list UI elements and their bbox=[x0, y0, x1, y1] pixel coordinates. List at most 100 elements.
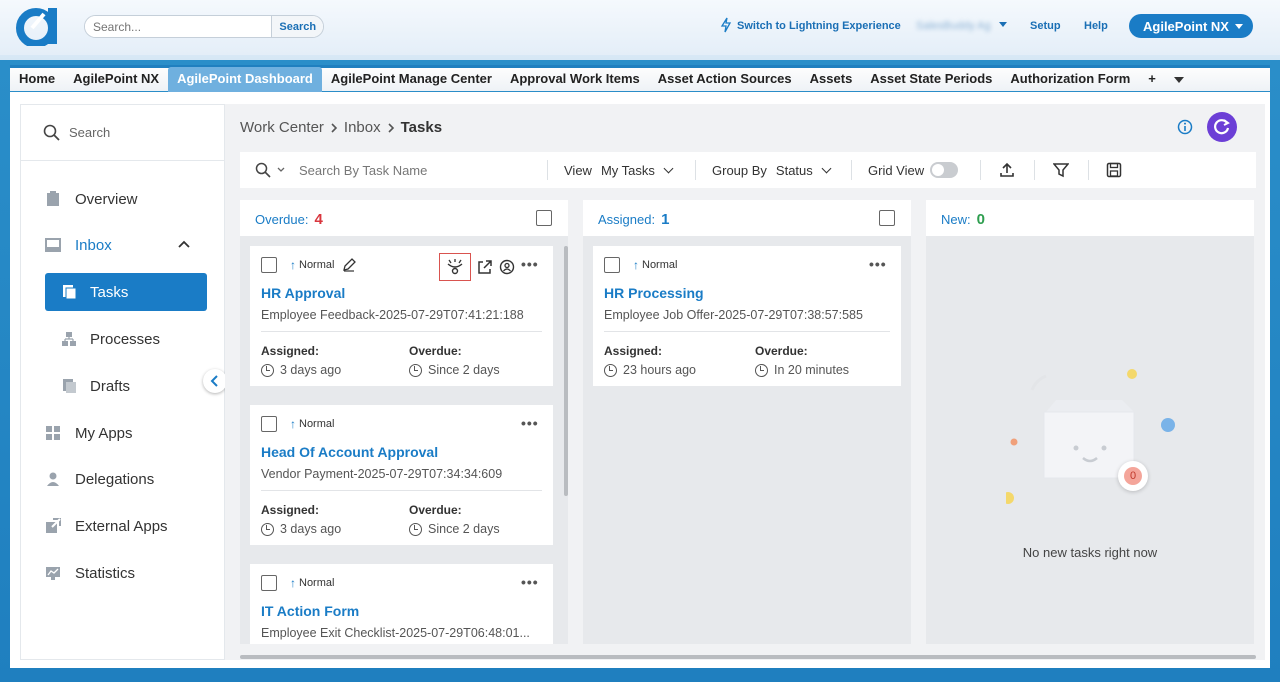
sidebar-search-label: Search bbox=[69, 125, 111, 140]
breadcrumb-inbox[interactable]: Inbox bbox=[344, 119, 381, 136]
select-all-checkbox[interactable] bbox=[879, 210, 895, 226]
chevron-down-icon bbox=[663, 163, 674, 173]
task-title[interactable]: IT Action Form bbox=[261, 603, 359, 619]
sidebar-item-inbox[interactable]: Inbox bbox=[21, 227, 224, 263]
sidebar: Search Overview Inbox Tasks Processes Dr… bbox=[20, 104, 225, 660]
sidebar-search[interactable]: Search bbox=[21, 105, 224, 161]
assigned-value: 3 days ago bbox=[261, 363, 341, 377]
chevron-down-icon bbox=[1235, 24, 1243, 29]
task-checkbox[interactable] bbox=[261, 416, 277, 432]
add-tab-button[interactable]: + bbox=[1139, 67, 1165, 93]
tab-asset-state-periods[interactable]: Asset State Periods bbox=[861, 67, 1001, 93]
task-checkbox[interactable] bbox=[261, 257, 277, 273]
grid-view-switch[interactable] bbox=[930, 162, 959, 178]
clock-icon bbox=[604, 363, 617, 377]
view-label: View bbox=[564, 162, 592, 178]
app-switcher-label: AgilePoint NX bbox=[1143, 18, 1229, 34]
tab-agilepoint-manage-center[interactable]: AgilePoint Manage Center bbox=[322, 67, 501, 93]
agilepoint-logo[interactable] bbox=[14, 6, 62, 46]
column-header: Assigned: 1 bbox=[583, 200, 911, 236]
grid-view-toggle[interactable]: Grid View bbox=[868, 162, 959, 178]
help-link[interactable]: Help bbox=[1084, 20, 1108, 32]
more-options-icon[interactable]: ••• bbox=[521, 574, 539, 590]
setup-link[interactable]: Setup bbox=[1030, 20, 1061, 32]
sidebar-collapse-button[interactable] bbox=[203, 369, 227, 393]
user-menu[interactable]: SalesBuddy Ag bbox=[916, 20, 991, 32]
task-subtitle: Employee Job Offer-2025-07-29T07:38:57:5… bbox=[604, 308, 863, 322]
global-search-input[interactable] bbox=[85, 16, 272, 37]
task-card[interactable]: ↑ Normal ••• HR Approval Employee Feedbac… bbox=[250, 246, 553, 386]
task-title[interactable]: HR Approval bbox=[261, 285, 345, 301]
chevron-up-icon[interactable] bbox=[178, 240, 190, 248]
tab-authorization-form[interactable]: Authorization Form bbox=[1001, 67, 1139, 93]
tab-home[interactable]: Home bbox=[10, 67, 64, 93]
tasks-icon bbox=[63, 285, 77, 300]
user-icon bbox=[47, 472, 59, 486]
user-menu-caret-icon[interactable] bbox=[999, 22, 1007, 27]
tab-asset-action-sources[interactable]: Asset Action Sources bbox=[649, 67, 801, 93]
sidebar-item-label: External Apps bbox=[75, 517, 168, 535]
tab-agilepoint-nx[interactable]: AgilePoint NX bbox=[64, 67, 168, 93]
tab-agilepoint-dashboard[interactable]: AgilePoint Dashboard bbox=[168, 66, 322, 93]
tab-assets[interactable]: Assets bbox=[801, 67, 862, 93]
assigned-value: 3 days ago bbox=[261, 522, 341, 536]
more-options-icon[interactable]: ••• bbox=[869, 256, 887, 272]
board-horizontal-scrollbar[interactable] bbox=[240, 655, 1256, 659]
edit-pencil-icon[interactable] bbox=[342, 258, 357, 272]
empty-count-badge: 0 bbox=[1118, 461, 1148, 491]
task-title[interactable]: HR Processing bbox=[604, 285, 704, 301]
task-checkbox[interactable] bbox=[261, 575, 277, 591]
sidebar-item-tasks[interactable]: Tasks bbox=[45, 273, 207, 311]
clock-icon bbox=[409, 522, 422, 536]
task-title[interactable]: Head Of Account Approval bbox=[261, 444, 438, 460]
main-panel: Search Overview Inbox Tasks Processes Dr… bbox=[10, 92, 1270, 668]
more-tabs-button[interactable] bbox=[1165, 67, 1193, 93]
breadcrumb-work-center[interactable]: Work Center bbox=[240, 119, 324, 136]
group-by-dropdown[interactable]: Group By Status bbox=[712, 163, 832, 178]
sidebar-item-overview[interactable]: Overview bbox=[21, 181, 224, 217]
priority-label: ↑ Normal bbox=[290, 417, 335, 431]
upload-icon[interactable] bbox=[999, 162, 1015, 178]
task-checkbox[interactable] bbox=[604, 257, 620, 273]
reassign-user-icon[interactable] bbox=[499, 259, 515, 275]
clipboard-icon bbox=[47, 191, 59, 206]
sidebar-item-statistics[interactable]: Statistics bbox=[21, 555, 224, 591]
external-link-icon bbox=[46, 518, 61, 533]
save-icon[interactable] bbox=[1106, 162, 1122, 178]
info-icon[interactable] bbox=[1177, 119, 1193, 135]
task-search-placeholder[interactable]: Search By Task Name bbox=[299, 163, 427, 178]
sidebar-item-delegations[interactable]: Delegations bbox=[21, 461, 224, 497]
global-search-button[interactable]: Search bbox=[271, 16, 323, 37]
sidebar-item-processes[interactable]: Processes bbox=[21, 321, 224, 357]
switch-lightning-link[interactable]: Switch to Lightning Experience bbox=[737, 20, 901, 32]
refresh-icon bbox=[1214, 119, 1230, 135]
more-options-icon[interactable]: ••• bbox=[521, 256, 539, 272]
app-switcher-button[interactable]: AgilePoint NX bbox=[1129, 14, 1253, 38]
select-all-checkbox[interactable] bbox=[536, 210, 552, 226]
task-card[interactable]: ↑ Normal ••• Head Of Account Approval Ven… bbox=[250, 405, 553, 545]
refresh-button[interactable] bbox=[1207, 112, 1237, 142]
sidebar-item-my-apps[interactable]: My Apps bbox=[21, 415, 224, 451]
insight-button[interactable] bbox=[439, 253, 471, 281]
task-search[interactable]: Search By Task Name bbox=[255, 162, 427, 178]
view-dropdown[interactable]: View My Tasks bbox=[564, 162, 674, 178]
task-toolbar: Search By Task Name View My Tasks Group … bbox=[240, 152, 1256, 188]
tab-approval-work-items[interactable]: Approval Work Items bbox=[501, 67, 649, 93]
column-overdue: Overdue: 4 ↑ Normal ••• HR Approval Employ bbox=[240, 200, 568, 644]
grid-view-label: Grid View bbox=[868, 162, 925, 178]
overdue-value: Since 2 days bbox=[409, 363, 500, 377]
sidebar-item-external-apps[interactable]: External Apps bbox=[21, 508, 224, 544]
filter-icon[interactable] bbox=[1053, 162, 1069, 178]
task-card[interactable]: ↑ Normal ••• HR Processing Employee Job O… bbox=[593, 246, 901, 386]
open-external-icon[interactable] bbox=[477, 259, 493, 275]
column-title: Overdue: 4 bbox=[255, 211, 323, 228]
breadcrumb: Work Center Inbox Tasks bbox=[240, 119, 442, 136]
chevron-down-icon bbox=[821, 163, 832, 173]
search-icon bbox=[255, 162, 271, 178]
column-scrollbar[interactable] bbox=[564, 246, 568, 496]
task-card[interactable]: ↑ Normal ••• IT Action Form Employee Exit… bbox=[250, 564, 553, 644]
work-center-content: Work Center Inbox Tasks Search By Task N… bbox=[225, 104, 1265, 660]
sidebar-item-drafts[interactable]: Drafts bbox=[21, 368, 224, 404]
column-title: New: 0 bbox=[941, 211, 985, 228]
more-options-icon[interactable]: ••• bbox=[521, 415, 539, 431]
